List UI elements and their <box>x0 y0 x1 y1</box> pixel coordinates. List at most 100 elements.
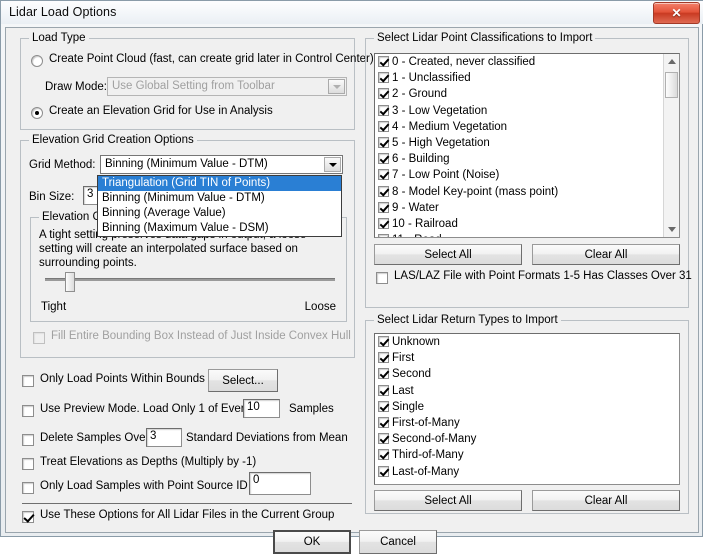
classification-item-checkbox[interactable] <box>378 56 389 67</box>
classification-item-checkbox[interactable] <box>378 153 389 165</box>
classification-item[interactable]: 8 - Model Key-point (mass point) <box>375 184 663 200</box>
point-source-id-label: Only Load Samples with Point Source ID o… <box>40 480 261 492</box>
return-type-item[interactable]: Second-of-Many <box>375 431 679 447</box>
delete-samples-over-checkbox[interactable] <box>22 434 34 446</box>
classification-item-label: 0 - Created, never classified <box>392 56 536 68</box>
classification-item[interactable]: 1 - Unclassified <box>375 70 663 86</box>
fill-bounding-box-checkbox[interactable] <box>33 332 45 344</box>
select-bounds-button[interactable]: Select... <box>208 369 278 392</box>
classification-item[interactable]: 4 - Medium Vegetation <box>375 119 663 135</box>
elevation-grid-options-group: Elevation Grid Creation Options Grid Met… <box>20 134 355 358</box>
scrollbar-thumb[interactable] <box>665 72 678 98</box>
radio-create-point-cloud-label: Create Point Cloud (fast, can create gri… <box>49 53 374 65</box>
chevron-down-icon <box>328 79 345 94</box>
classifications-listbox[interactable]: 0 - Created, never classified 1 - Unclass… <box>374 53 680 238</box>
cancel-button[interactable]: Cancel <box>359 530 437 554</box>
return-type-item-checkbox[interactable] <box>378 400 389 412</box>
classification-item[interactable]: 7 - Low Point (Noise) <box>375 167 663 183</box>
return-type-item-checkbox[interactable] <box>378 465 389 477</box>
return-type-item[interactable]: First-of-Many <box>375 415 679 431</box>
point-source-id-checkbox[interactable] <box>22 482 34 494</box>
only-load-points-within-bounds-checkbox[interactable] <box>22 375 34 387</box>
classification-item-checkbox[interactable] <box>378 217 389 229</box>
use-preview-mode-checkbox[interactable] <box>22 405 34 417</box>
radio-create-elevation-grid[interactable] <box>31 107 43 119</box>
return-type-item-checkbox[interactable] <box>378 433 389 445</box>
classification-item-checkbox[interactable] <box>378 169 389 181</box>
slider-thumb[interactable] <box>65 272 75 292</box>
treat-elevations-as-depths-label: Treat Elevations as Depths (Multiply by … <box>40 456 257 468</box>
draw-mode-combobox[interactable]: Use Global Setting from Toolbar <box>107 77 347 96</box>
classification-item[interactable]: 2 - Ground <box>375 86 663 102</box>
elevation-grid-options-group-label: Elevation Grid Creation Options <box>29 134 197 146</box>
treat-elevations-as-depths-checkbox[interactable] <box>22 458 34 470</box>
grid-method-option[interactable]: Binning (Average Value) <box>98 206 341 221</box>
classification-item[interactable]: 5 - High Vegetation <box>375 135 663 151</box>
fill-bounding-box-label: Fill Entire Bounding Box Instead of Just… <box>51 330 351 342</box>
scroll-up-arrow-icon[interactable] <box>664 54 679 69</box>
preview-every-input[interactable]: 10 <box>243 399 280 418</box>
title-bar: Lidar Load Options ✕ <box>1 1 703 24</box>
classification-item-checkbox[interactable] <box>378 234 389 237</box>
return-type-item[interactable]: Last <box>375 383 679 399</box>
return-type-item-checkbox[interactable] <box>378 336 389 347</box>
ok-button[interactable]: OK <box>273 530 351 554</box>
classification-item-checkbox[interactable] <box>378 88 389 100</box>
classification-item[interactable]: 9 - Water <box>375 200 663 216</box>
return-type-item[interactable]: Third-of-Many <box>375 447 679 463</box>
return-type-item-checkbox[interactable] <box>378 368 389 380</box>
return-type-item[interactable]: Second <box>375 366 679 382</box>
classification-item[interactable]: 0 - Created, never classified <box>375 54 663 70</box>
use-options-for-all-files-checkbox[interactable] <box>22 511 34 523</box>
grid-method-option[interactable]: Triangulation (Grid TIN of Points) <box>98 176 341 191</box>
return-type-item[interactable]: Last-of-Many <box>375 464 679 480</box>
classifications-scrollbar[interactable] <box>663 54 679 237</box>
lidar-load-options-dialog: Lidar Load Options ✕ Load Type Create Po… <box>0 0 703 554</box>
window-title: Lidar Load Options <box>9 5 117 19</box>
return-type-item-checkbox[interactable] <box>378 384 389 396</box>
return-type-item-label: Last <box>392 384 414 397</box>
return-type-item[interactable]: Single <box>375 399 679 415</box>
classification-item-checkbox[interactable] <box>378 136 389 148</box>
return-types-listbox[interactable]: Unknown First Second Last Single First-of-Man… <box>374 333 680 485</box>
grid-method-dropdown-list[interactable]: Triangulation (Grid TIN of Points) Binnin… <box>97 175 342 237</box>
classifications-select-all-button[interactable]: Select All <box>374 244 522 265</box>
delete-samples-input[interactable]: 3 <box>146 428 182 447</box>
grid-method-option[interactable]: Binning (Minimum Value - DTM) <box>98 191 341 206</box>
return-type-item[interactable]: Unknown <box>375 334 679 350</box>
classification-item-checkbox[interactable] <box>378 120 389 132</box>
classification-item-label: 5 - High Vegetation <box>392 136 490 149</box>
classification-item-checkbox[interactable] <box>378 185 389 197</box>
return-type-item[interactable]: First <box>375 350 679 366</box>
classification-item[interactable]: 10 - Railroad <box>375 216 663 232</box>
classes-over-31-checkbox[interactable] <box>376 272 388 284</box>
classification-item[interactable]: 11 - Road <box>375 232 663 237</box>
use-preview-mode-label: Use Preview Mode. Load Only 1 of Every <box>40 403 251 415</box>
classification-item[interactable]: 6 - Building <box>375 151 663 167</box>
classifications-clear-all-button[interactable]: Clear All <box>532 244 680 265</box>
classification-item-checkbox[interactable] <box>378 201 389 213</box>
return-type-item-checkbox[interactable] <box>378 352 389 364</box>
grid-method-combobox[interactable]: Binning (Minimum Value - DTM) <box>100 155 343 174</box>
return-type-item-checkbox[interactable] <box>378 416 389 428</box>
grid-method-label: Grid Method: <box>29 159 96 171</box>
grid-method-option[interactable]: Binning (Maximum Value - DSM) <box>98 221 341 236</box>
classifications-rows: 0 - Created, never classified 1 - Unclass… <box>375 54 663 237</box>
classification-item[interactable]: 3 - Low Vegetation <box>375 103 663 119</box>
classification-item-label: 1 - Unclassified <box>392 72 471 85</box>
dialog-client-area: Load Type Create Point Cloud (fast, can … <box>5 27 699 554</box>
close-x-icon: ✕ <box>671 6 682 20</box>
return-types-select-all-button[interactable]: Select All <box>374 490 522 511</box>
radio-create-point-cloud[interactable] <box>31 55 43 67</box>
scroll-down-arrow-icon[interactable] <box>664 222 679 237</box>
tightness-slider[interactable] <box>45 272 335 294</box>
return-type-item-label: Second <box>392 368 432 381</box>
classification-item-checkbox[interactable] <box>378 72 389 84</box>
chevron-down-icon <box>324 157 341 172</box>
preview-samples-suffix-label: Samples <box>289 403 334 415</box>
return-type-item-checkbox[interactable] <box>378 449 389 461</box>
close-button[interactable]: ✕ <box>653 2 700 24</box>
classification-item-checkbox[interactable] <box>378 104 389 116</box>
return-types-clear-all-button[interactable]: Clear All <box>532 490 680 511</box>
point-source-id-input[interactable]: 0 <box>249 472 311 495</box>
